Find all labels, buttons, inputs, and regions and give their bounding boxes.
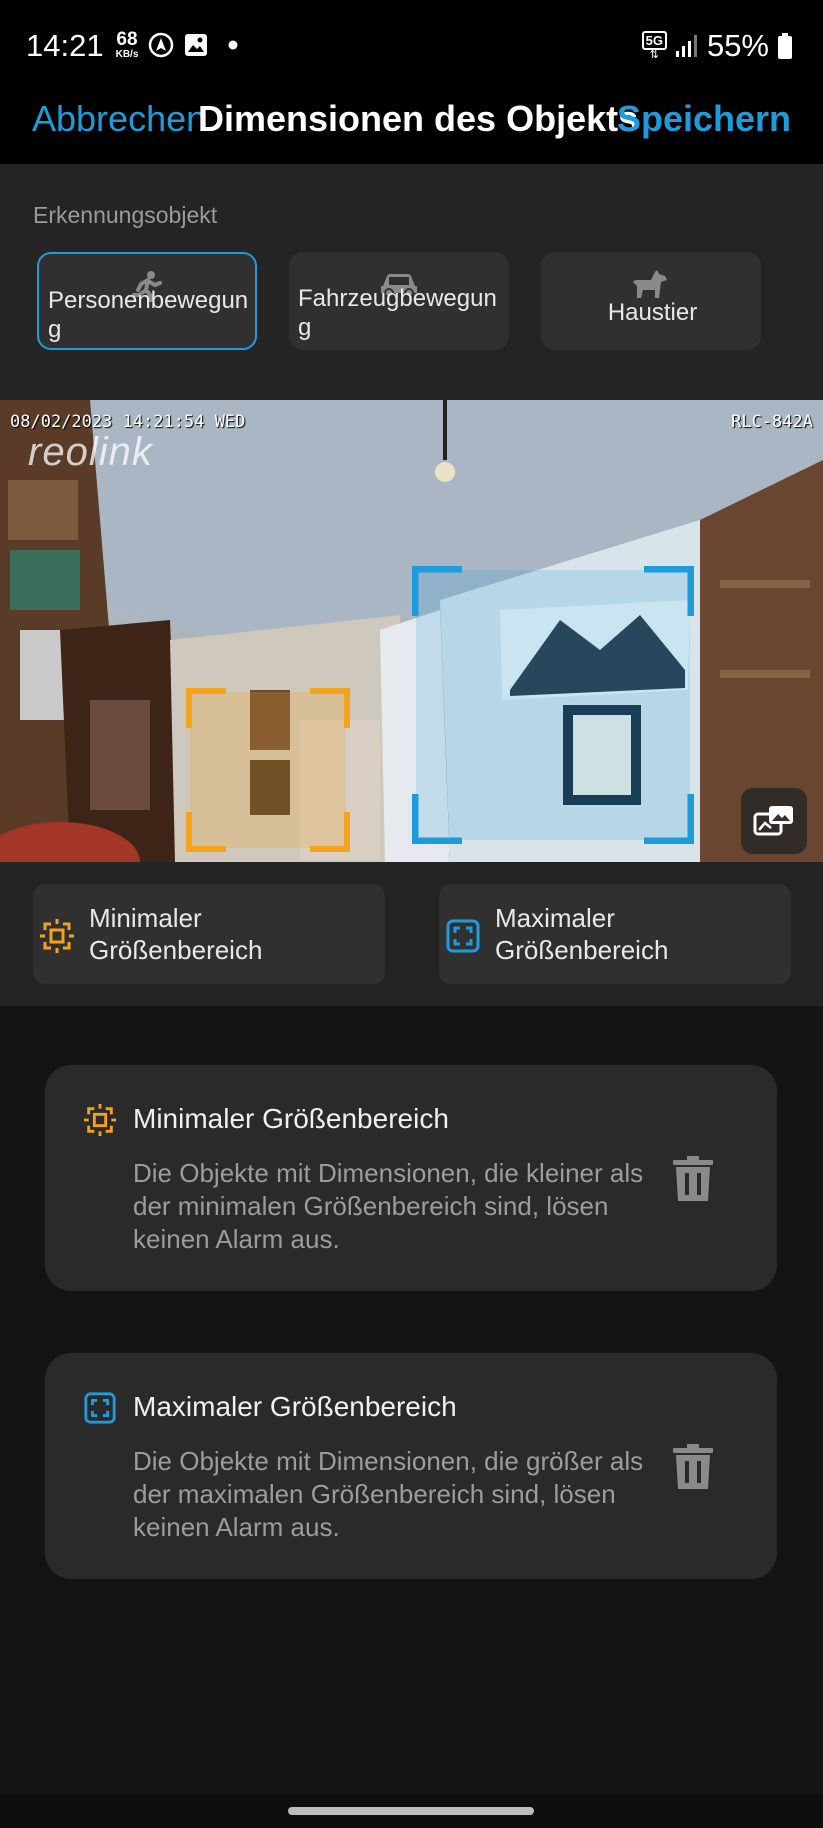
max-range-card-description: Die Objekte mit Dimensionen, die größer … (133, 1446, 644, 1542)
max-range-button[interactable]: Maximaler Größenbereich (439, 884, 791, 984)
option-pet-label: Haustier (607, 299, 698, 326)
system-navigation-bar (0, 1794, 823, 1828)
option-vehicle-motion[interactable]: Fahrzeugbewegung (289, 252, 509, 350)
camera-model: RLC-842A (731, 412, 813, 432)
max-range-box[interactable] (412, 566, 694, 844)
max-range-button-label: Maximaler Größenbereich (495, 903, 669, 965)
option-person-motion-label: Personenbewegung (48, 287, 249, 343)
max-range-icon (446, 919, 480, 953)
status-bar: 14:21 68 KB/s 5G ⇅ 55% (0, 0, 823, 94)
option-vehicle-motion-label: Fahrzeugbewegung (298, 285, 497, 341)
range-selector: Minimaler Größenbereich Maximaler Größen… (0, 862, 823, 1006)
signal-icon (675, 35, 697, 57)
clock: 14:21 (26, 28, 104, 63)
detection-object-section: Erkennungsobjekt Personenbewegung Fahrze… (0, 164, 823, 400)
min-range-card-description: Die Objekte mit Dimensionen, die kleiner… (133, 1158, 644, 1254)
min-range-button-label: Minimaler Größenbereich (89, 903, 263, 965)
camera-timestamp: 08/02/2023 14:21:54 WED (10, 412, 246, 432)
max-range-card: Maximaler Größenbereich Die Objekte mit … (45, 1353, 777, 1579)
switch-view-button[interactable] (741, 788, 807, 854)
detection-object-label: Erkennungsobjekt (33, 202, 218, 228)
min-range-button[interactable]: Minimaler Größenbereich (33, 884, 385, 984)
cancel-button[interactable]: Abbrechen (32, 98, 206, 140)
min-range-box[interactable] (186, 688, 350, 852)
status-right: 5G ⇅ 55% (641, 28, 793, 64)
dog-icon (633, 270, 667, 298)
camera-watermark-logo: reolink (28, 430, 153, 474)
network-speed: 68 KB/s (115, 29, 139, 60)
switch-view-icon (753, 806, 793, 836)
home-gesture-handle[interactable] (288, 1807, 534, 1815)
gallery-notification-icon (185, 34, 207, 56)
camera-preview[interactable]: 08/02/2023 14:21:54 WED RLC-842A reolink (0, 400, 823, 862)
min-range-icon (83, 1103, 117, 1137)
page-title: Dimensionen des Objekts (198, 98, 639, 139)
delete-min-range-trash-icon[interactable] (671, 1155, 715, 1203)
option-person-motion[interactable]: Personenbewegung (37, 252, 257, 350)
max-range-icon (84, 1392, 116, 1424)
battery-percent: 55% (706, 28, 769, 63)
delete-max-range-trash-icon[interactable] (671, 1443, 715, 1491)
navigation-app-icon (148, 32, 174, 58)
option-pet[interactable]: Haustier (541, 252, 761, 350)
min-range-card-title: Minimaler Größenbereich (133, 1103, 449, 1134)
min-range-card: Minimaler Größenbereich Die Objekte mit … (45, 1065, 777, 1291)
max-range-card-title: Maximaler Größenbereich (133, 1391, 457, 1422)
save-button[interactable]: Speichern (617, 98, 791, 140)
more-notifications-dot-icon (228, 40, 238, 50)
network-5g-icon: 5G ⇅ (641, 31, 667, 61)
top-app-bar: Abbrechen Dimensionen des Objekts Speich… (0, 94, 823, 164)
battery-icon (778, 33, 792, 59)
min-range-icon (40, 919, 74, 953)
